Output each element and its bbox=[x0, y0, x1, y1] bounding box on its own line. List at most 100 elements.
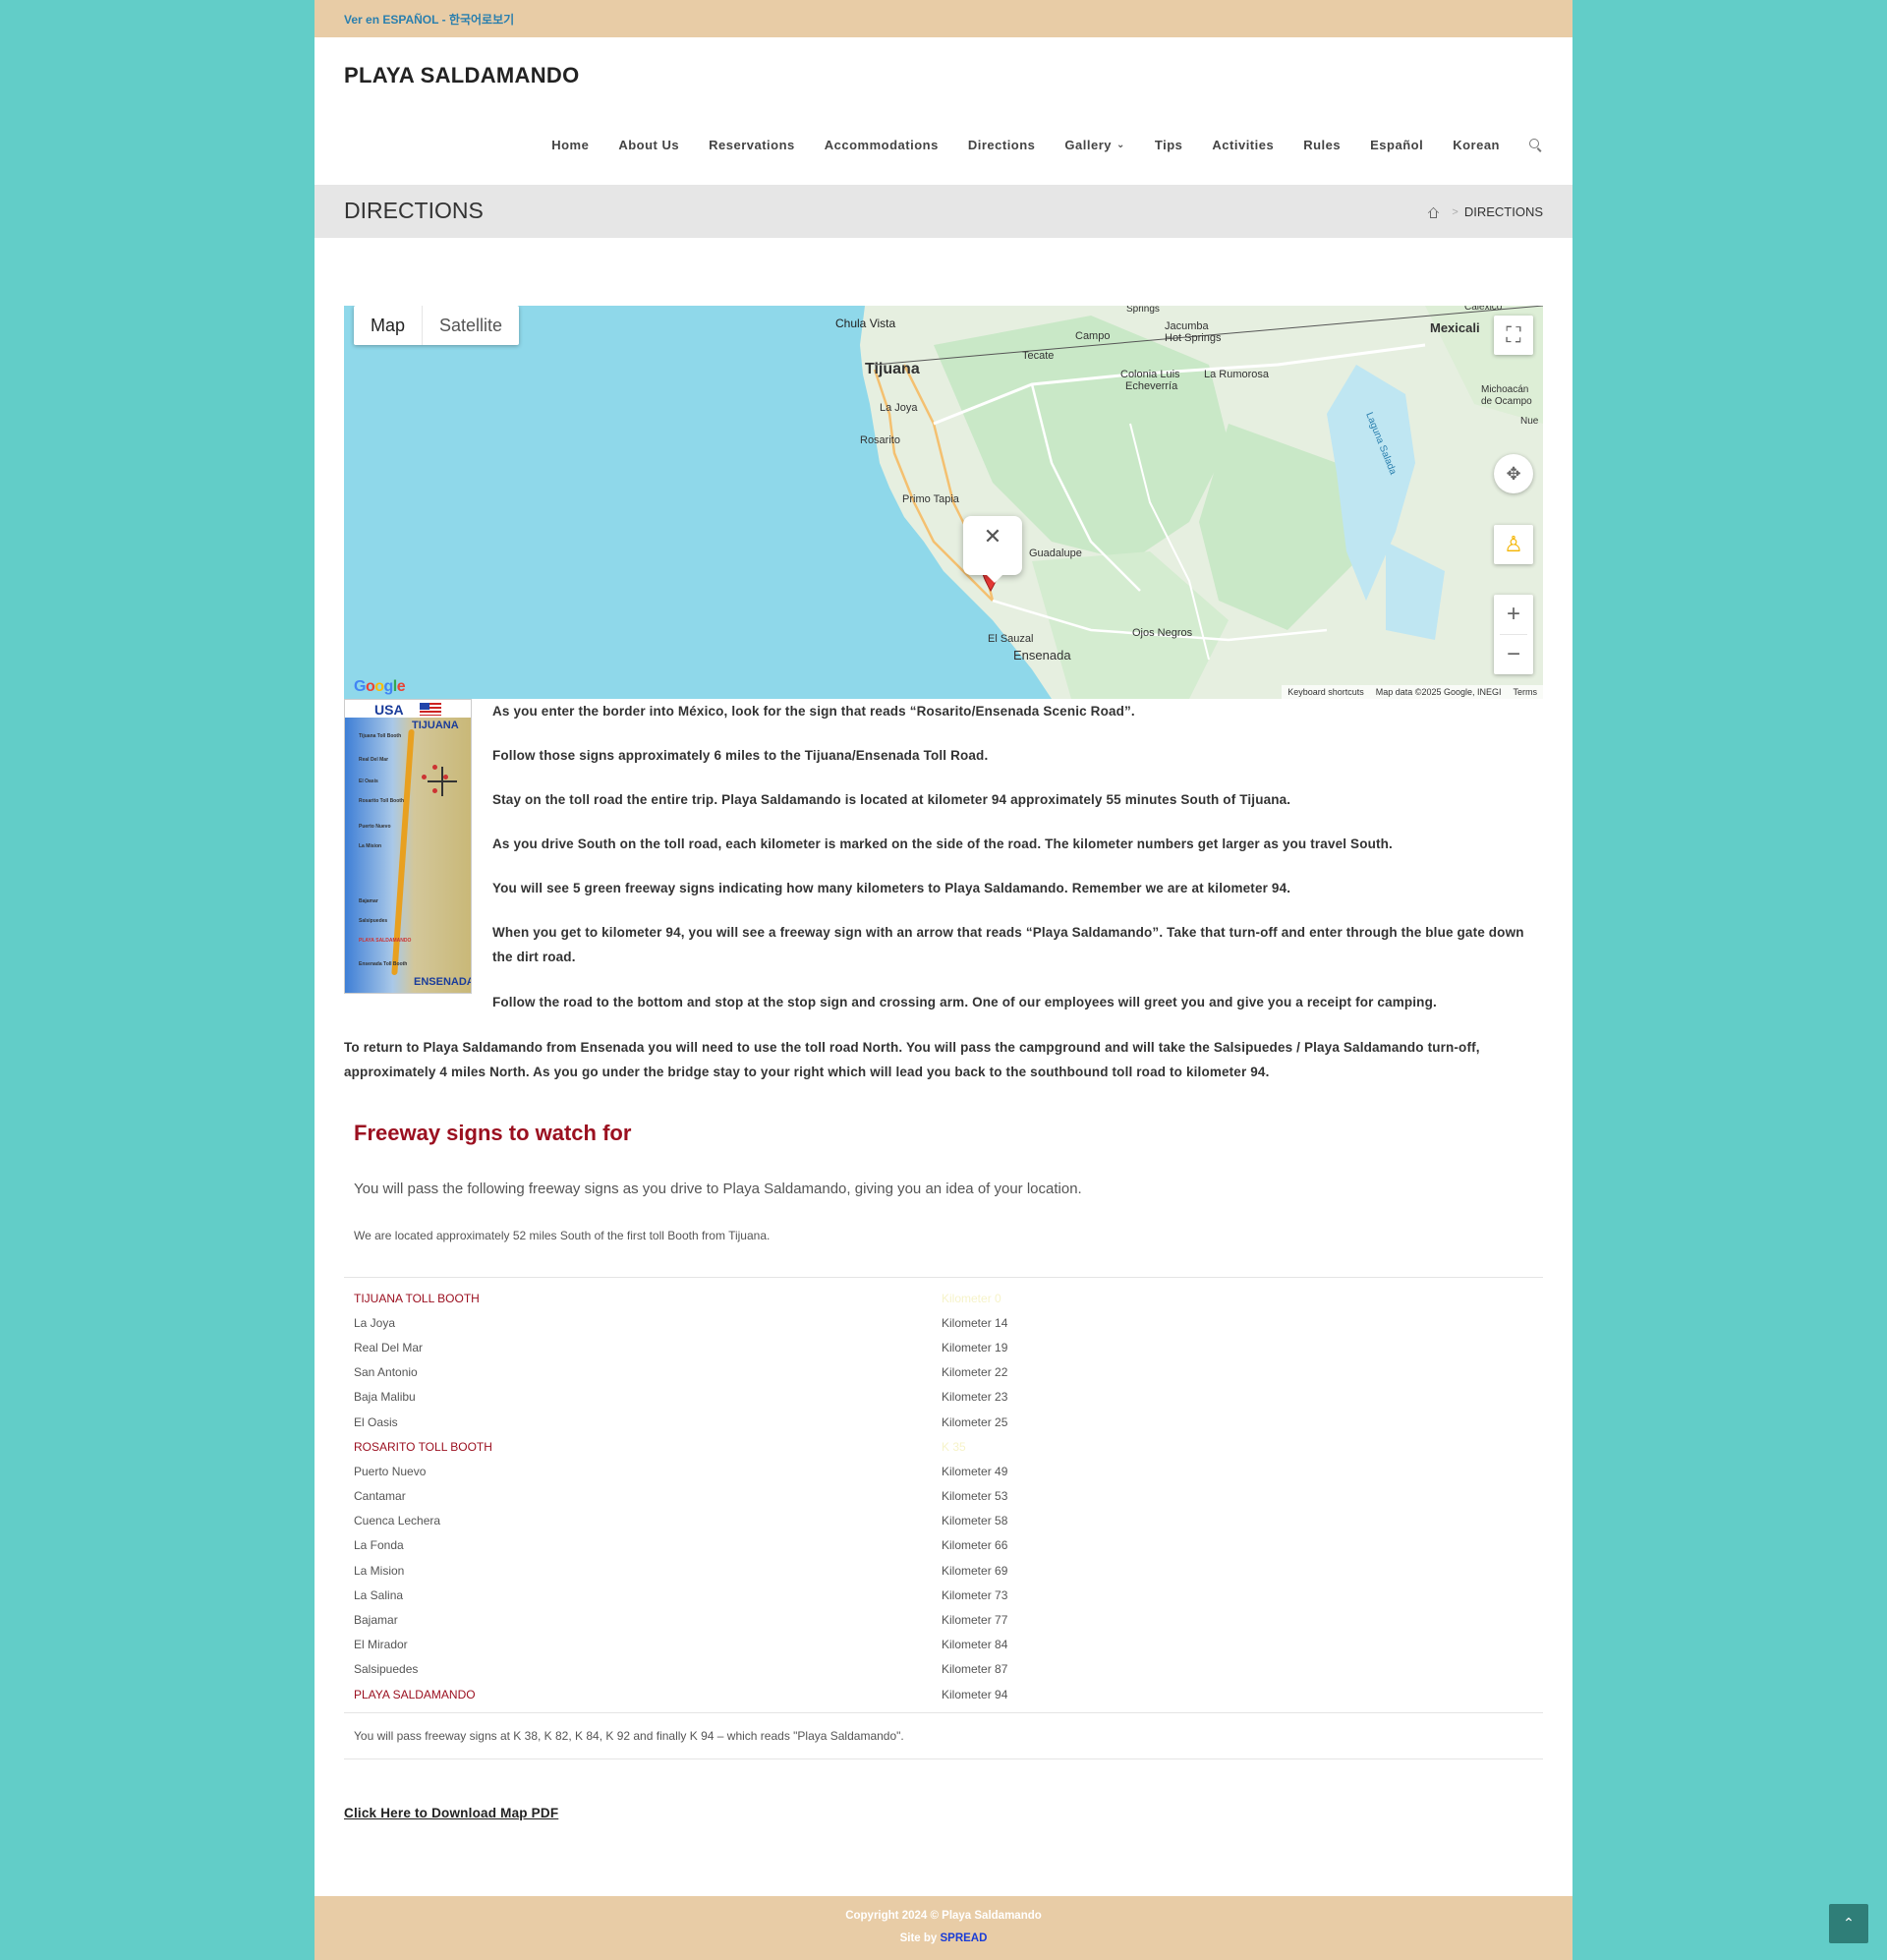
direction-step: Stay on the toll road the entire trip. P… bbox=[492, 792, 1291, 807]
location-name: La Salina bbox=[354, 1587, 404, 1602]
camera-control-button[interactable]: ✥ bbox=[1494, 454, 1533, 493]
kilometer-value: Kilometer 14 bbox=[942, 1315, 1008, 1330]
nav-espanol[interactable]: Español bbox=[1370, 138, 1423, 152]
nav-home[interactable]: Home bbox=[551, 138, 589, 152]
map-terms-link[interactable]: Terms bbox=[1508, 687, 1544, 697]
table-row: San Antonio Kilometer 22 bbox=[344, 1360, 1543, 1385]
table-row: La Joya Kilometer 14 bbox=[344, 1310, 1543, 1335]
svg-text:Michoacán: Michoacán bbox=[1481, 384, 1528, 395]
table-row: Baja Malibu Kilometer 23 bbox=[344, 1385, 1543, 1410]
direction-step: Follow the road to the bottom and stop a… bbox=[492, 995, 1437, 1009]
location-name: La Joya bbox=[354, 1315, 396, 1330]
svg-text:Tijuana: Tijuana bbox=[865, 361, 920, 377]
download-map-pdf-link[interactable]: Click Here to Download Map PDF bbox=[344, 1806, 558, 1820]
location-name: El Mirador bbox=[354, 1638, 408, 1652]
route-guide-image: USA TIJUANA Tijuana Toll Booth Real Del … bbox=[344, 699, 472, 994]
map-type-satellite-button[interactable]: Satellite bbox=[422, 306, 519, 345]
guide-ensenada-label: ENSENADA bbox=[414, 976, 472, 988]
table-row: Bajamar Kilometer 77 bbox=[344, 1607, 1543, 1632]
location-name: Baja Malibu bbox=[354, 1390, 416, 1405]
kilometer-value: Kilometer 94 bbox=[942, 1687, 1008, 1701]
nav-gallery[interactable]: Gallery ⌄ bbox=[1064, 138, 1124, 152]
map-type-map-button[interactable]: Map bbox=[354, 306, 422, 345]
svg-text:Hot Springs: Hot Springs bbox=[1165, 332, 1222, 344]
nav-reservations[interactable]: Reservations bbox=[709, 138, 795, 152]
location-name: ROSARITO TOLL BOOTH bbox=[354, 1439, 492, 1454]
close-icon[interactable]: ✕ bbox=[963, 524, 1022, 549]
chevron-down-icon: ⌄ bbox=[1116, 140, 1125, 150]
location-name: San Antonio bbox=[354, 1365, 418, 1380]
nav-accommodations[interactable]: Accommodations bbox=[825, 138, 939, 152]
fullscreen-icon: ⛶ bbox=[1506, 322, 1521, 347]
kilometer-value: Kilometer 25 bbox=[942, 1414, 1008, 1429]
pegman-button[interactable]: ♙ bbox=[1494, 525, 1533, 564]
marker-info-window: ✕ bbox=[963, 516, 1022, 583]
svg-text:Echeverría: Echeverría bbox=[1125, 380, 1178, 392]
kilometer-value: Kilometer 77 bbox=[942, 1613, 1008, 1628]
svg-text:Primo Tapia: Primo Tapia bbox=[902, 493, 960, 505]
table-row: El Oasis Kilometer 25 bbox=[344, 1410, 1543, 1434]
svg-text:Ensenada: Ensenada bbox=[1013, 648, 1071, 663]
svg-text:Campo: Campo bbox=[1075, 330, 1110, 342]
spread-link[interactable]: SPREAD bbox=[940, 1932, 987, 1944]
table-row: Real Del Mar Kilometer 19 bbox=[344, 1335, 1543, 1359]
zoom-out-button[interactable]: − bbox=[1494, 635, 1533, 674]
keyboard-shortcuts-link[interactable]: Keyboard shortcuts bbox=[1282, 687, 1370, 697]
kilometer-value: Kilometer 22 bbox=[942, 1365, 1008, 1380]
kilometer-value: Kilometer 69 bbox=[942, 1563, 1008, 1578]
table-row: ROSARITO TOLL BOOTH K 35 bbox=[344, 1434, 1543, 1459]
fullscreen-button[interactable]: ⛶ bbox=[1494, 316, 1533, 355]
freeway-intro: You will pass the following freeway sign… bbox=[354, 1181, 1082, 1197]
direction-step: When you get to kilometer 94, you will s… bbox=[492, 925, 1524, 964]
location-name: Puerto Nuevo bbox=[354, 1464, 427, 1478]
nav-about-us[interactable]: About Us bbox=[618, 138, 679, 152]
kilometer-value: Kilometer 19 bbox=[942, 1340, 1008, 1355]
move-arrows-icon: ✥ bbox=[1506, 464, 1521, 484]
svg-text:Tecate: Tecate bbox=[1022, 350, 1054, 362]
svg-text:Ojos Negros: Ojos Negros bbox=[1132, 627, 1193, 639]
freeway-location-note: We are located approximately 52 miles So… bbox=[354, 1229, 771, 1242]
svg-text:Nue: Nue bbox=[1520, 416, 1539, 427]
table-row: El Mirador Kilometer 84 bbox=[344, 1633, 1543, 1657]
zoom-control: + − bbox=[1494, 595, 1533, 674]
nav-tips[interactable]: Tips bbox=[1155, 138, 1183, 152]
location-name: Cantamar bbox=[354, 1489, 406, 1504]
kilometer-value: Kilometer 0 bbox=[942, 1291, 1001, 1305]
svg-text:Calexico: Calexico bbox=[1464, 306, 1503, 313]
language-links[interactable]: Ver en ESPAÑOL - 한국어로보기 bbox=[344, 13, 514, 27]
home-icon[interactable] bbox=[1427, 205, 1440, 219]
google-map[interactable]: Chula Vista Tijuana La Joya Rosarito Pri… bbox=[344, 306, 1543, 699]
table-row: PLAYA SALDAMANDO Kilometer 94 bbox=[344, 1682, 1543, 1706]
chevron-up-icon: ⌃ bbox=[1843, 1915, 1855, 1931]
site-footer: Copyright 2024 © Playa Saldamando Site b… bbox=[314, 1896, 1572, 1960]
page-wrapper: Ver en ESPAÑOL - 한국어로보기 PLAYA SALDAMANDO… bbox=[314, 0, 1572, 1960]
direction-step: As you drive South on the toll road, eac… bbox=[492, 836, 1393, 851]
location-name: Bajamar bbox=[354, 1613, 398, 1628]
location-name: PLAYA SALDAMANDO bbox=[354, 1687, 476, 1701]
nav-directions[interactable]: Directions bbox=[968, 138, 1036, 152]
guide-tijuana-label: TIJUANA bbox=[412, 720, 459, 731]
site-logo[interactable]: PLAYA SALDAMANDO bbox=[344, 63, 580, 88]
top-bar: Ver en ESPAÑOL - 한국어로보기 bbox=[314, 0, 1572, 37]
map-data-credit: Map data ©2025 Google, INEGI bbox=[1375, 687, 1502, 697]
nav-activities[interactable]: Activities bbox=[1212, 138, 1274, 152]
zoom-in-button[interactable]: + bbox=[1494, 595, 1533, 634]
svg-text:Mexicali: Mexicali bbox=[1430, 320, 1480, 335]
search-icon[interactable] bbox=[1529, 138, 1543, 152]
location-name: La Mision bbox=[354, 1563, 405, 1578]
map-canvas: Chula Vista Tijuana La Joya Rosarito Pri… bbox=[835, 306, 1543, 699]
freeway-table-note: You will pass freeway signs at K 38, K 8… bbox=[344, 1712, 1543, 1760]
back-to-top-button[interactable]: ⌃ bbox=[1829, 1904, 1868, 1943]
kilometer-value: Kilometer 23 bbox=[942, 1390, 1008, 1405]
kilometer-value: Kilometer 58 bbox=[942, 1514, 1008, 1528]
svg-text:El Sauzal: El Sauzal bbox=[988, 633, 1033, 645]
kilometer-value: Kilometer 87 bbox=[942, 1662, 1008, 1677]
direction-step: Follow those signs approximately 6 miles… bbox=[492, 748, 989, 763]
nav-korean[interactable]: Korean bbox=[1453, 138, 1500, 152]
main-nav: Home About Us Reservations Accommodation… bbox=[522, 138, 1543, 152]
kilometer-value: Kilometer 53 bbox=[942, 1489, 1008, 1504]
nav-rules[interactable]: Rules bbox=[1303, 138, 1341, 152]
table-row: TIJUANA TOLL BOOTH Kilometer 0 bbox=[344, 1286, 1543, 1310]
table-row: La Fonda Kilometer 66 bbox=[344, 1533, 1543, 1558]
guide-usa-label: USA bbox=[374, 702, 404, 718]
